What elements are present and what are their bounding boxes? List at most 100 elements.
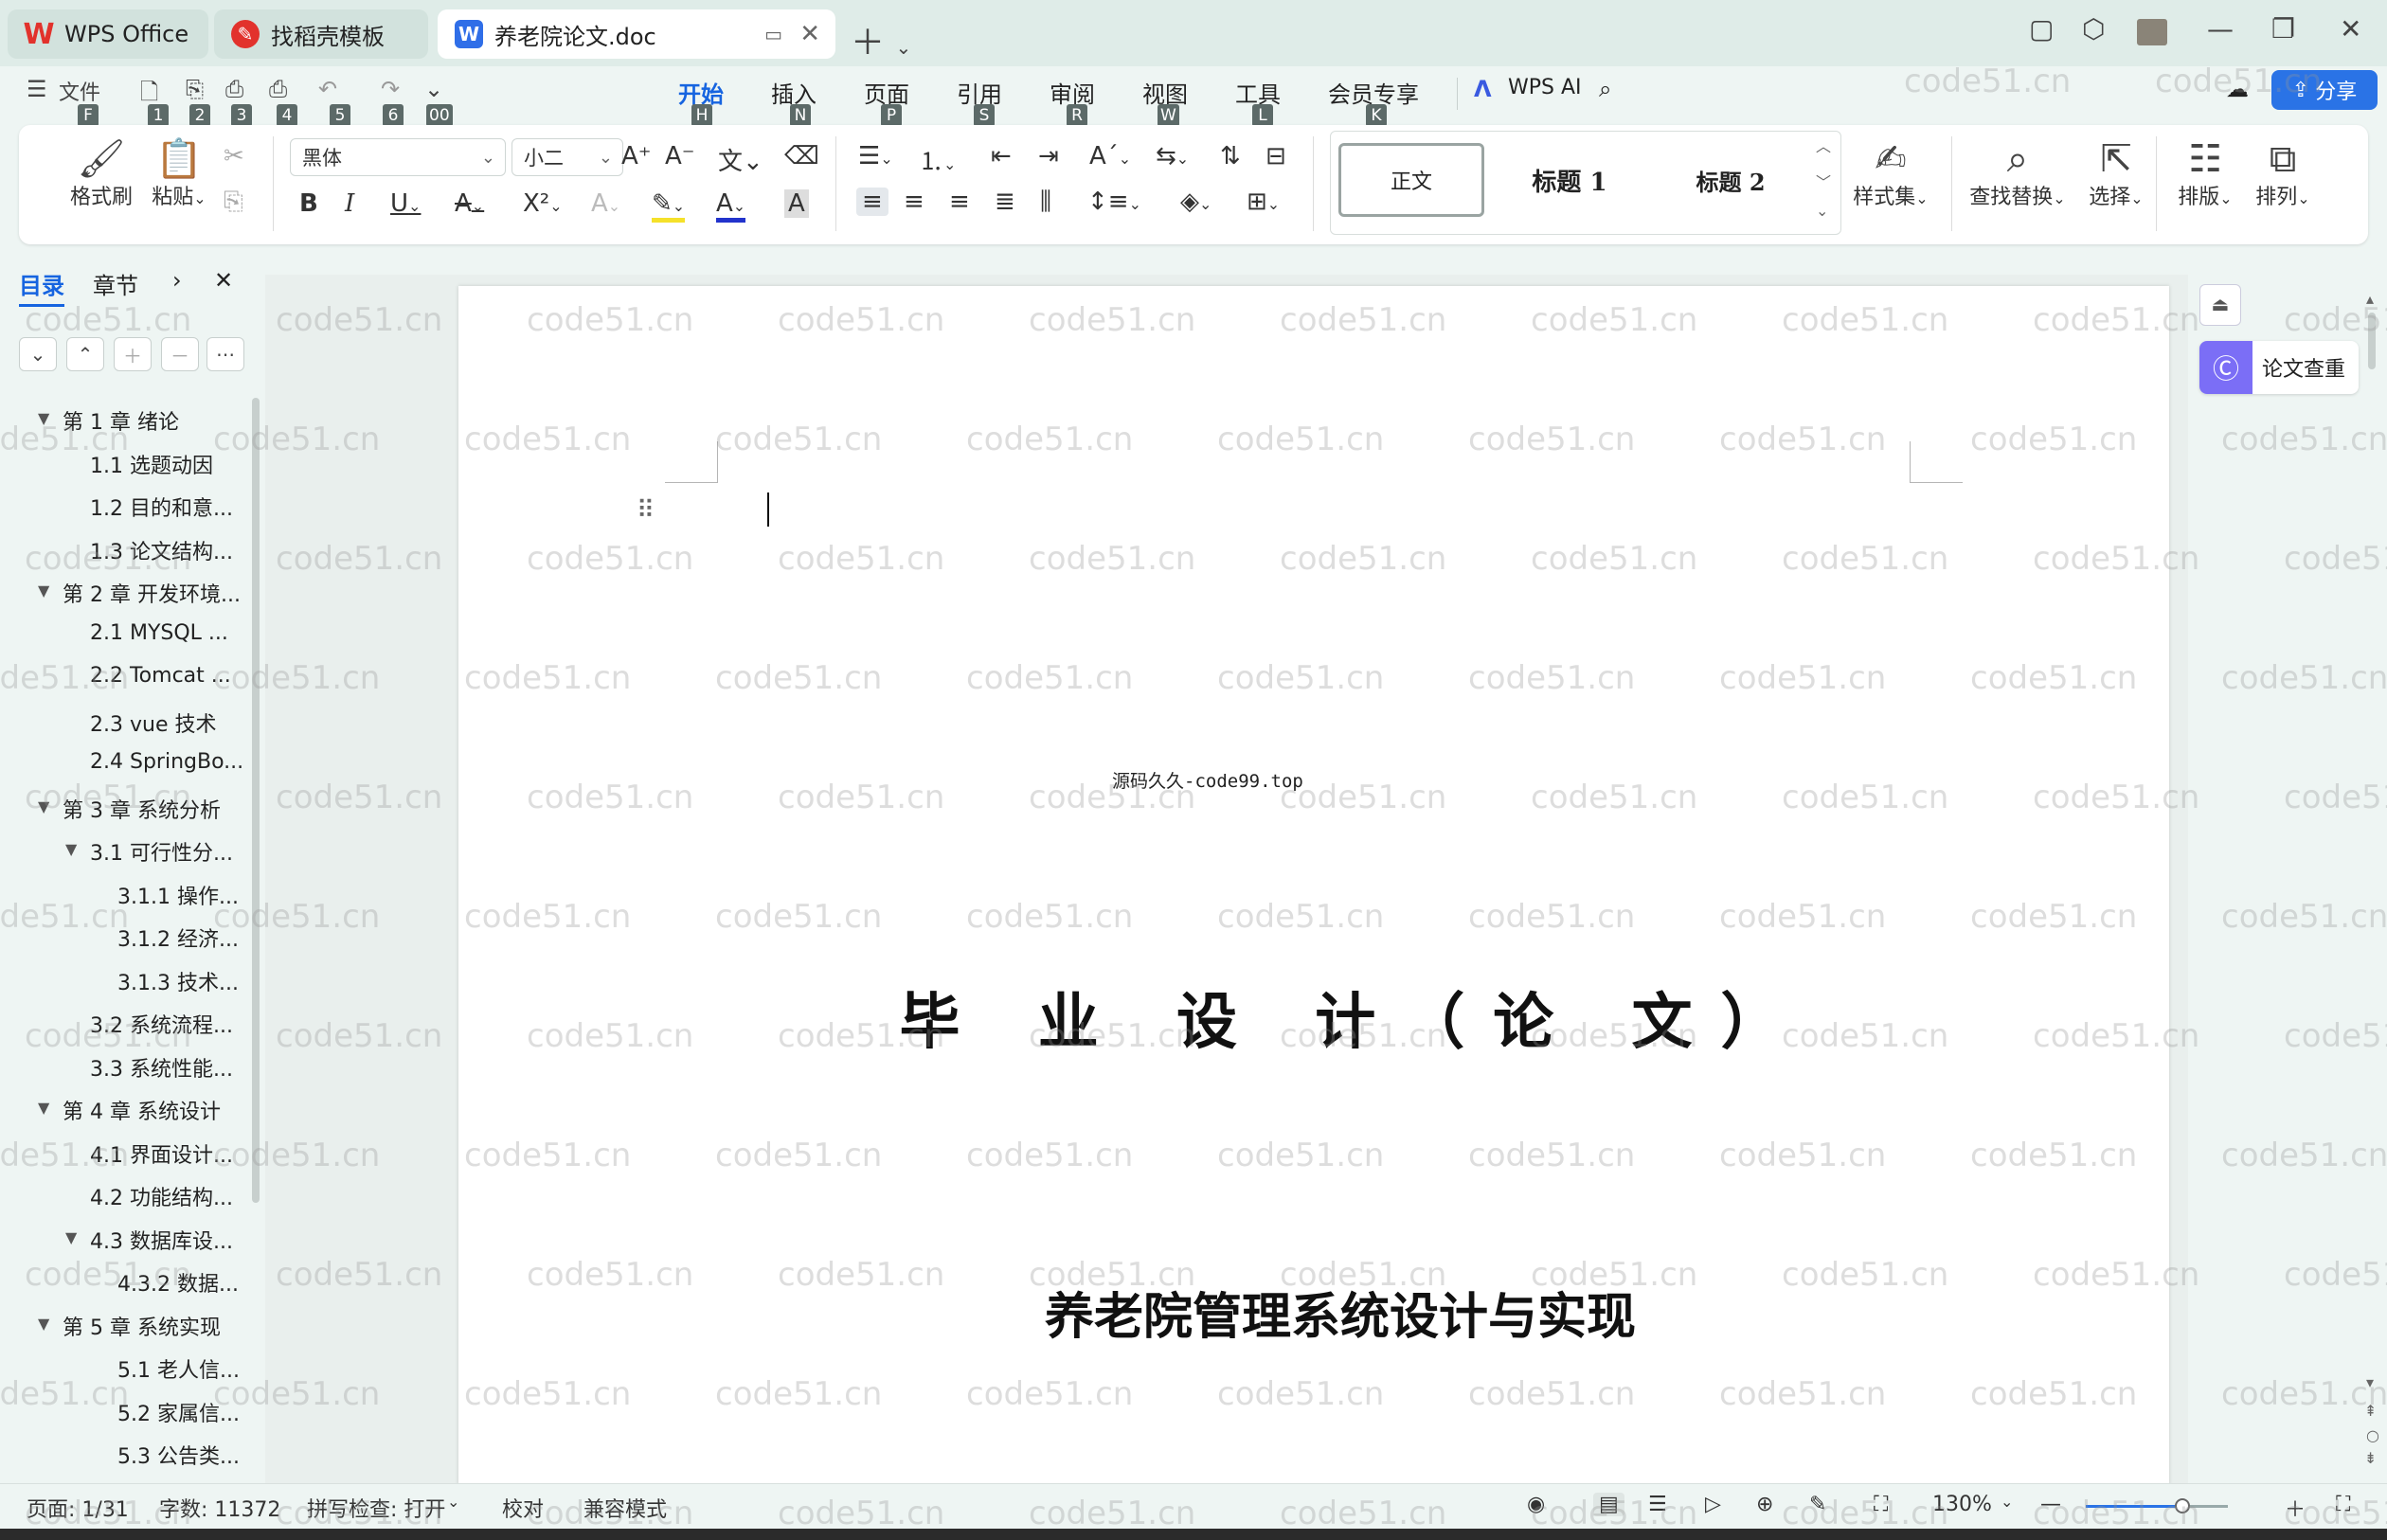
cut-icon[interactable]: ✂ [224,142,244,170]
tab-template[interactable]: ✎ 找稻壳模板 [214,9,428,59]
bold-icon[interactable]: B [299,189,318,218]
avatar[interactable] [2137,19,2167,45]
expand-triangle-icon[interactable]: ▼ [38,1099,49,1117]
chevron-down-icon[interactable]: ⌄ [447,1493,459,1511]
paste-button[interactable]: 📋 粘贴⌄ [146,138,212,210]
fit-icon[interactable]: ⛶ [1874,1493,1888,1516]
share-button[interactable]: ⇪ 分享 [2271,70,2378,110]
minimize-icon[interactable]: — [2207,13,2234,45]
play-icon[interactable]: ▷ [1705,1493,1721,1516]
decrease-indent-icon[interactable]: ⇤ [991,142,1012,170]
phonetic-icon[interactable]: 文⌄ [718,142,763,177]
tab-document[interactable]: W 养老院论文.doc ▭ ✕ [438,9,835,59]
add-icon[interactable]: ＋ [114,337,152,371]
sort-icon[interactable]: ⇅ [1220,142,1241,170]
toc-item[interactable]: 5.1 老人信... [117,1353,240,1384]
clear-format-icon[interactable]: ⌫ [784,142,819,170]
vertical-scrollbar[interactable]: ▴ ▾ ⇞ ○ ⇟ [2360,275,2383,1483]
align-right-icon[interactable]: ≡ [949,188,970,216]
zoom-in-icon[interactable]: ＋ [2285,1493,2306,1523]
more-icon[interactable]: ⋯ [206,337,244,371]
expand-icon[interactable]: ⌄ [19,337,57,371]
shading-icon[interactable]: ◈⌄ [1180,188,1211,216]
web-view-icon[interactable]: ⊕ [1756,1493,1773,1516]
chevron-down-icon[interactable]: ﹀ [1816,170,1831,192]
prev-page-icon[interactable]: ⇞ [2364,1402,2377,1420]
style-heading-2[interactable]: 标题 2 [1655,143,1806,217]
toc-item[interactable]: 2.3 vue 技术 [90,707,216,738]
superscript-icon[interactable]: X²⌄ [523,189,563,218]
style-set-button[interactable]: ✍ 样式集⌄ [1845,138,1936,210]
hamburger-icon[interactable]: ☰ [27,76,47,102]
print-preview-icon[interactable]: ⎙ [269,76,287,102]
format-painter-button[interactable]: 🖌 格式刷 [68,138,135,210]
sidebar-scrollbar[interactable] [252,398,260,1203]
paper-check-button[interactable]: Ⓒ 论文查重 [2199,341,2359,394]
copy-icon[interactable]: ⎘ [224,188,243,217]
bullet-list-icon[interactable]: ☰⌄ [858,142,893,170]
toc-item[interactable]: 5.2 家属信... [117,1397,240,1427]
customize-icon[interactable]: ⌄ [424,76,443,102]
chevron-right-icon[interactable]: › [172,267,182,294]
justify-icon[interactable]: ≣ [995,188,1015,216]
toc-item[interactable]: ▼ 第 1 章 绪论 [38,405,179,436]
outline-view-icon[interactable]: ☰ [1648,1493,1667,1516]
toc-item[interactable]: 2.4 SpringBo... [90,750,243,774]
scroll-down-icon[interactable]: ▾ [2366,1373,2374,1391]
increase-indent-icon[interactable]: ⇥ [1038,142,1059,170]
remove-icon[interactable]: － [161,337,199,371]
align-center-icon[interactable]: ≡ [904,188,924,216]
word-count[interactable]: 字数: 11372 [159,1493,280,1523]
spell-check[interactable]: 拼写检查: 打开 [307,1493,445,1523]
style-heading-1[interactable]: 标题 1 [1494,143,1645,217]
char-shading-icon[interactable]: A [784,189,809,218]
export-icon[interactable]: ⎘ [186,76,204,102]
font-color-icon[interactable]: A⌄ [716,189,746,223]
close-tab-icon[interactable]: ✕ [799,20,820,48]
arrange-button[interactable]: ⧉ 排列⌄ [2245,138,2321,210]
font-name-select[interactable]: 黑体 ⌄ [290,138,506,176]
monitor-icon[interactable]: ▭ [764,23,782,45]
grow-font-icon[interactable]: A⁺ [621,142,652,170]
restore-icon[interactable]: ❐ [2271,13,2295,45]
toc-item[interactable]: ▼ 4.3 数据库设... [65,1225,233,1255]
wps-ai-button[interactable]: WPS AI [1508,76,1582,99]
chevron-up-icon[interactable]: ︿ [1816,134,1831,156]
drag-handle-icon[interactable]: ⠿ [637,496,655,525]
toc-item[interactable]: 4.2 功能结构... [90,1181,233,1211]
redo-icon[interactable]: ↷ [381,76,400,102]
italic-icon[interactable]: I [345,189,354,218]
zoom-out-icon[interactable]: — [2040,1493,2061,1516]
numbered-list-icon[interactable]: ⒈⌄ [919,142,956,177]
distribute-icon[interactable]: ⫼ [1040,188,1051,217]
more-styles-icon[interactable]: ⌄ [1816,202,1828,220]
toc-item[interactable]: 4.1 界面设计... [90,1138,233,1169]
expand-triangle-icon[interactable]: ▼ [38,409,49,427]
cube-icon[interactable]: ⬡ [2082,13,2105,45]
convert-icon[interactable]: ⇆⌄ [1156,142,1189,170]
toc-item[interactable]: 1.1 选题动因 [90,449,213,479]
tab-section[interactable]: 章节 [93,267,138,300]
next-page-icon[interactable]: ⇟ [2364,1449,2377,1467]
undo-icon[interactable]: ↶ [318,76,337,102]
layout-icon[interactable]: ▢ [2029,13,2054,45]
file-menu[interactable]: 文件 [59,76,100,106]
print-icon[interactable]: ⎙ [225,76,243,102]
toc-item[interactable]: 2.2 Tomcat ... [90,664,231,688]
close-pane-icon[interactable]: ✕ [214,267,233,294]
collapse-icon[interactable]: ⌃ [66,337,104,371]
eye-icon[interactable]: ◉ [1527,1493,1545,1516]
expand-triangle-icon[interactable]: ▼ [65,1228,77,1246]
text-effect-icon[interactable]: A⌄ [591,189,620,218]
show-marks-icon[interactable]: ⊟ [1265,142,1286,170]
pen-icon[interactable]: ✎ [1809,1493,1826,1516]
toc-item[interactable]: 1.2 目的和意... [90,492,233,522]
expand-triangle-icon[interactable]: ▼ [38,797,49,815]
search-icon[interactable]: ⌕ [1599,76,1611,102]
new-tab-button[interactable]: ＋ ⌄ [851,15,911,64]
tab-toc[interactable]: 目录 [19,267,64,307]
scroll-thumb[interactable] [2368,313,2376,369]
toc-item[interactable]: 1.3 论文结构... [90,535,233,565]
expand-triangle-icon[interactable]: ▼ [65,840,77,858]
cloud-icon[interactable]: ☁ [2226,76,2249,102]
